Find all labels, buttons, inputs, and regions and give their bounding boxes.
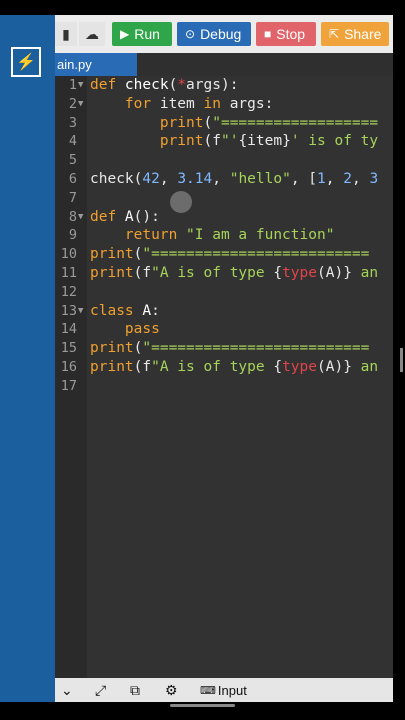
- code-text: print("=========================: [90, 246, 370, 263]
- line-number: 5: [68, 152, 77, 169]
- scrollbar[interactable]: [400, 348, 403, 372]
- stop-icon: ■: [264, 27, 272, 41]
- play-icon: ▶: [120, 27, 130, 41]
- code-line[interactable]: 14 pass: [55, 320, 393, 339]
- chevron-down-icon[interactable]: ⌄: [61, 680, 73, 700]
- line-number: 7: [68, 189, 77, 206]
- line-number: 11: [60, 265, 77, 281]
- code-text: print("==================: [159, 114, 379, 131]
- code-line[interactable]: 2 ▼ for item in args:: [55, 95, 393, 114]
- keyboard-icon: ⌨: [200, 684, 216, 697]
- code-text: return "I am a function": [124, 227, 335, 244]
- code-text: print(f"'{item}' is of ty: [159, 133, 379, 150]
- code-editor[interactable]: 1 ▼ def check(*args): 2 ▼ for item in args: 3…: [55, 76, 393, 678]
- code-line[interactable]: 5: [55, 151, 393, 170]
- code-text: for item in args:: [124, 95, 274, 112]
- line-number: 2: [68, 95, 77, 112]
- sidebar: ⚡: [0, 15, 55, 702]
- code-line[interactable]: 11 print(f"A is of type {type(A)} an: [55, 264, 393, 283]
- share-icon: ⇱: [329, 27, 340, 41]
- toolbar: ▮ ☁ ▶ Run ⊙ Debug ■ Stop ⇱ Share: [55, 15, 393, 53]
- code-text: print(f"A is of type {type(A)} an: [90, 265, 379, 281]
- code-text: print(f"A is of type {type(A)} an: [90, 359, 379, 375]
- code-line[interactable]: 1 ▼ def check(*args):: [55, 76, 393, 95]
- stop-button[interactable]: ■ Stop: [256, 22, 316, 46]
- home-indicator: [170, 704, 235, 707]
- code-text: check(42, 3.14, "hello", [1, 2, 3: [90, 171, 379, 187]
- share-button[interactable]: ⇱ Share: [321, 22, 389, 46]
- line-number: 9: [68, 227, 77, 244]
- fold-arrow-icon[interactable]: ▼: [78, 302, 83, 321]
- code-text: print("=========================: [90, 340, 370, 357]
- code-text: class A:: [90, 302, 160, 319]
- fold-arrow-icon[interactable]: ▼: [78, 76, 83, 95]
- input-button[interactable]: ⌨ Input: [200, 680, 247, 700]
- run-label: Run: [134, 26, 160, 42]
- code-line[interactable]: 15 print("=========================: [55, 339, 393, 358]
- debug-icon: ⊙: [185, 27, 196, 41]
- app-frame: ⚡ ▮ ☁ ▶ Run ⊙ Debug ■ Stop ⇱ Share ain.p…: [0, 0, 405, 720]
- gear-icon[interactable]: ⚙: [165, 680, 178, 700]
- line-number: 14: [60, 321, 77, 338]
- code-line[interactable]: 10 print("=========================: [55, 245, 393, 264]
- code-line[interactable]: 3 print("==================: [55, 114, 393, 133]
- code-line[interactable]: 7: [55, 189, 393, 208]
- code-line[interactable]: 12: [55, 283, 393, 302]
- line-number: 6: [68, 171, 77, 187]
- line-number: 12: [60, 283, 77, 300]
- tab-main-py[interactable]: ain.py: [55, 53, 137, 76]
- input-label: Input: [217, 682, 247, 698]
- save-icon[interactable]: ▮: [55, 22, 77, 46]
- stop-label: Stop: [276, 26, 306, 42]
- upload-icon[interactable]: ☁: [79, 22, 105, 46]
- line-number: 16: [60, 359, 77, 375]
- fold-arrow-icon[interactable]: ▼: [78, 95, 83, 114]
- run-button[interactable]: ▶ Run: [112, 22, 172, 46]
- bottom-bar: ⌄ ⤢ ⧉ ⚙ ⌨ Input: [55, 678, 393, 702]
- line-number: 8: [68, 208, 77, 225]
- code-text: def A():: [90, 208, 160, 225]
- tab-bar: ain.py: [55, 53, 393, 76]
- line-number: 1: [68, 77, 77, 93]
- line-number: 4: [68, 133, 77, 150]
- code-line[interactable]: 4 print(f"'{item}' is of ty: [55, 132, 393, 151]
- touch-indicator: [170, 191, 192, 213]
- code-line[interactable]: 9 return "I am a function": [55, 226, 393, 245]
- debug-button[interactable]: ⊙ Debug: [177, 22, 251, 46]
- code-line[interactable]: 8 ▼ def A():: [55, 208, 393, 227]
- debug-label: Debug: [200, 26, 242, 42]
- lightning-logo-icon[interactable]: ⚡: [11, 47, 41, 77]
- line-number: 13: [60, 302, 77, 319]
- fold-arrow-icon[interactable]: ▼: [78, 208, 83, 227]
- expand-icon[interactable]: ⤢: [95, 680, 106, 700]
- line-number: 10: [60, 246, 77, 263]
- code-line[interactable]: 13 ▼ class A:: [55, 302, 393, 321]
- code-line[interactable]: 6 check(42, 3.14, "hello", [1, 2, 3: [55, 170, 393, 189]
- code-text: pass: [124, 321, 160, 338]
- layout-icon[interactable]: ⧉: [130, 680, 140, 700]
- code-line[interactable]: 16 print(f"A is of type {type(A)} an: [55, 358, 393, 377]
- code-text: def check(*args):: [90, 77, 239, 93]
- share-label: Share: [344, 26, 382, 42]
- line-number: 15: [60, 340, 77, 357]
- code-line[interactable]: 17: [55, 377, 393, 396]
- line-number: 17: [60, 377, 77, 394]
- line-number: 3: [68, 114, 77, 131]
